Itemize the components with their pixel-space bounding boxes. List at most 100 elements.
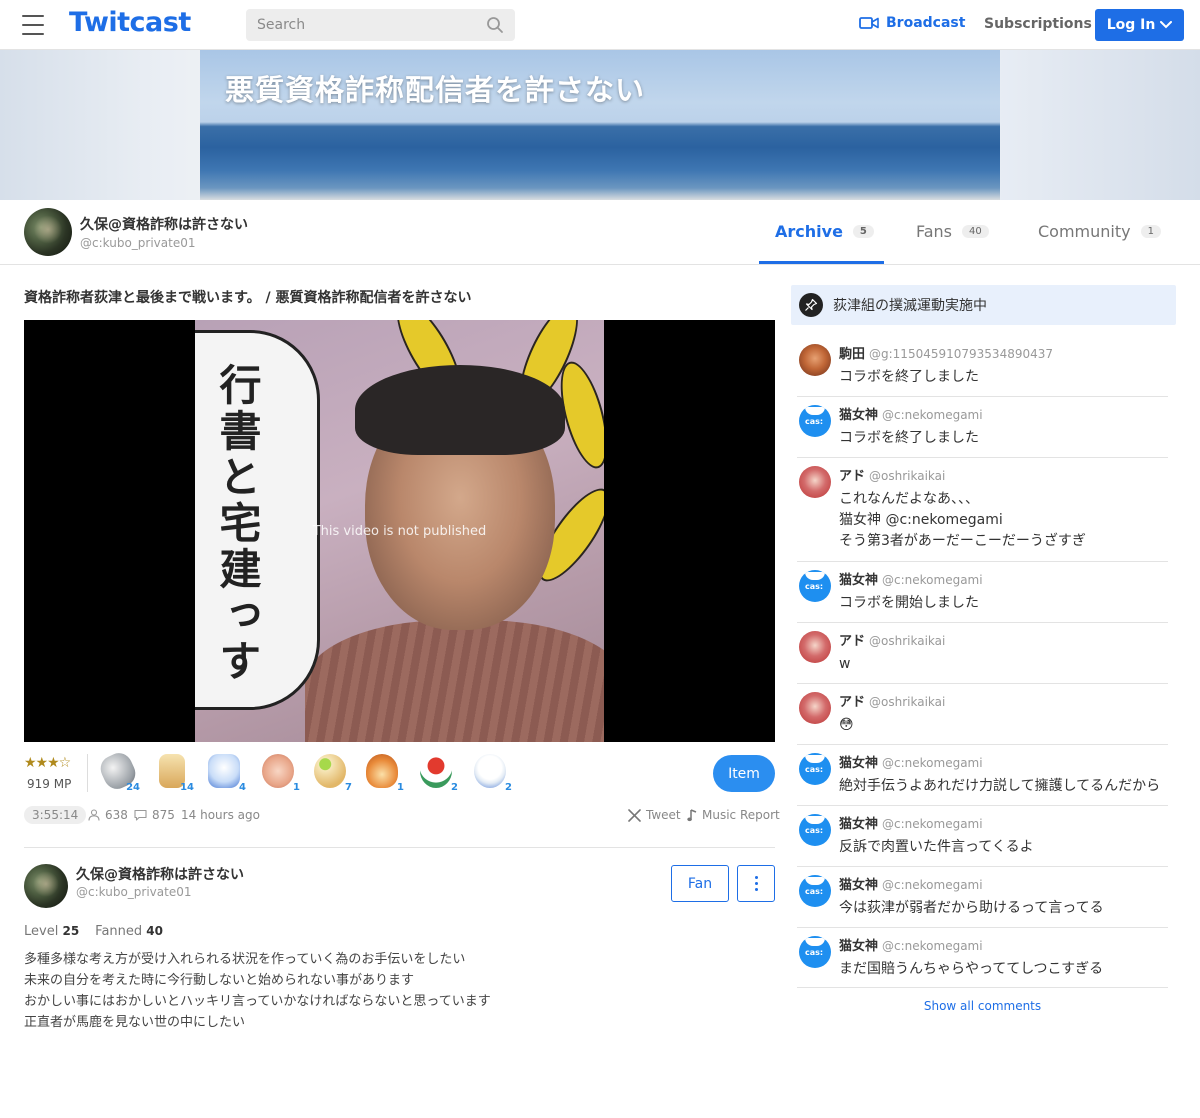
gift-item[interactable]: 2	[416, 752, 458, 793]
banner-title: 悪質資格詐称配信者を許さない	[225, 73, 646, 107]
top-bar: Twitcast Broadcast Subscriptions Log In	[0, 0, 1200, 50]
comment-item: 猫女神@c:nekomegami 反訴で肉置いた件言ってくるよ	[797, 806, 1168, 867]
login-label: Log In	[1106, 17, 1156, 33]
comment-author-id: @c:nekomegami	[882, 573, 983, 587]
avatar[interactable]	[799, 344, 831, 376]
comment-item: アド @oshrikaikai これなんだよなあ、、、 猫女神 @c:nekome…	[797, 458, 1168, 562]
pinned-notice[interactable]: 荻津組の撲滅運動実施中	[791, 285, 1176, 325]
comment-author[interactable]: 猫女神 @c:nekomegami	[839, 813, 983, 832]
divider	[87, 754, 88, 792]
gift-item[interactable]: 2	[470, 752, 512, 793]
x-logo-icon	[628, 808, 641, 822]
search-box	[246, 9, 515, 41]
gift-count: 4	[239, 782, 246, 793]
avatar[interactable]	[799, 405, 831, 437]
pin-icon	[799, 293, 823, 317]
search-input[interactable]	[257, 17, 482, 33]
logo[interactable]: Twitcast	[69, 7, 191, 38]
tab-label: Fans	[916, 222, 953, 241]
music-report-button[interactable]: Music Report	[687, 808, 780, 822]
sushi-gift-icon	[420, 754, 452, 788]
video-camera-icon	[859, 17, 879, 29]
gift-item[interactable]: 1	[258, 752, 300, 793]
comment-item: アド @oshrikaikai 😳	[797, 684, 1168, 745]
comment-author-id: @oshrikaikai	[869, 695, 946, 709]
comment-author[interactable]: アド @oshrikaikai	[839, 465, 945, 484]
comment-text: 😳	[839, 717, 854, 733]
bio-line: 正直者が馬鹿を見ない世の中にしたい	[24, 1015, 246, 1030]
notice-text: 荻津組の撲滅運動実施中	[833, 298, 987, 314]
subscriptions-link[interactable]: Subscriptions	[984, 16, 1092, 32]
fire-gift-icon	[366, 754, 398, 788]
fanned-label: Fanned	[95, 924, 143, 939]
comment-item: 猫女神@c:nekomegami まだ国賠うんちゃらやっててしつこすぎる	[797, 928, 1168, 988]
avatar[interactable]	[799, 466, 831, 498]
tweet-label: Tweet	[646, 808, 681, 822]
unpublished-message: This video is not published	[312, 524, 487, 539]
avatar[interactable]	[24, 208, 72, 256]
avatar[interactable]	[799, 692, 831, 724]
gift-item[interactable]: 14	[152, 752, 194, 793]
tab-count-badge: 40	[962, 225, 989, 238]
comment-count-value: 875	[152, 808, 175, 822]
search-icon[interactable]	[486, 16, 504, 34]
profile-name[interactable]: 久保@資格詐称は許さない	[80, 214, 248, 234]
gift-count: 2	[505, 782, 512, 793]
comment-text: 絶対手伝うよあれだけ力説して擁護してるんだから	[839, 778, 1161, 794]
video-player[interactable]: 行書と宅建っす This video is not published	[24, 320, 775, 742]
menu-icon[interactable]	[22, 15, 44, 35]
comment-author[interactable]: 猫女神 @c:nekomegami	[839, 752, 983, 771]
comment-author[interactable]: 猫女神 @c:nekomegami	[839, 569, 983, 588]
comment-text: 今は荻津が弱者だから助けるって言ってる	[839, 900, 1104, 916]
tab-archive[interactable]: Archive 5	[775, 222, 874, 241]
comment-author-id: @c:nekomegami	[882, 408, 983, 422]
comment-author[interactable]: 猫女神 @c:nekomegami	[839, 404, 983, 423]
avatar[interactable]	[799, 875, 831, 907]
tweet-button[interactable]: Tweet	[628, 808, 681, 822]
avatar[interactable]	[799, 753, 831, 785]
avatar[interactable]	[799, 631, 831, 663]
view-count: 638	[88, 808, 128, 822]
gift-item[interactable]: 7	[310, 752, 352, 793]
avatar[interactable]	[799, 936, 831, 968]
comment-text: まだ国賠うんちゃらやっててしつこすぎる	[839, 961, 1104, 977]
comment-author[interactable]: 猫女神 @c:nekomegami	[839, 874, 983, 893]
comment-text: これなんだよなあ、、、 猫女神 @c:nekomegami そう第3者があーだー…	[839, 491, 1086, 549]
comment-text: w	[839, 656, 851, 672]
gift-item[interactable]: 4	[204, 752, 246, 793]
comment-item: 駒田 @g:115045910793534890437 コラボを終了しました	[797, 336, 1168, 397]
bio-line: 未来の自分を考えた時に今行動しないと始められない事があります	[24, 973, 415, 988]
avatar[interactable]	[24, 864, 68, 908]
ghost-gift-icon	[208, 754, 240, 788]
comment-author[interactable]: アド @oshrikaikai	[839, 630, 945, 649]
tab-fans[interactable]: Fans 40	[916, 222, 989, 241]
level-stats: Level 25 Fanned 40	[24, 924, 163, 939]
gift-item[interactable]: 1	[362, 752, 404, 793]
item-button[interactable]: Item	[713, 755, 775, 792]
divider	[24, 847, 775, 848]
comment-text: 反訴で肉置いた件言ってくるよ	[839, 839, 1034, 855]
avatar[interactable]	[799, 814, 831, 846]
owner-id: @c:kubo_private01	[76, 885, 192, 899]
comment-author[interactable]: アド @oshrikaikai	[839, 691, 945, 710]
login-button[interactable]: Log In	[1095, 9, 1184, 41]
tab-community[interactable]: Community 1	[1038, 222, 1161, 241]
comment-author[interactable]: 駒田 @g:115045910793534890437	[839, 343, 1053, 362]
duration-badge: 3:55:14	[24, 806, 87, 824]
person-hair	[355, 365, 565, 455]
fan-button[interactable]: Fan	[671, 865, 729, 902]
person-icon	[88, 809, 100, 821]
channel-banner: 悪質資格詐称配信者を許さない	[0, 50, 1200, 200]
comment-text: コラボを終了しました	[839, 430, 979, 446]
comment-author[interactable]: 猫女神 @c:nekomegami	[839, 935, 983, 954]
owner-name[interactable]: 久保@資格詐称は許さない	[76, 864, 244, 884]
more-options-button[interactable]	[737, 865, 775, 902]
broadcast-button[interactable]: Broadcast	[859, 15, 965, 31]
fanned-value: 40	[146, 924, 163, 938]
movie-title: 資格詐称者荻津と最後まで戦います。 / 悪質資格詐称配信者を許さない	[24, 290, 472, 306]
avatar[interactable]	[799, 570, 831, 602]
gift-item[interactable]: 24	[96, 748, 140, 794]
comment-text: コラボを開始しました	[839, 595, 979, 611]
show-all-comments-link[interactable]: Show all comments	[797, 999, 1168, 1013]
penguin-gift-icon	[474, 754, 506, 788]
